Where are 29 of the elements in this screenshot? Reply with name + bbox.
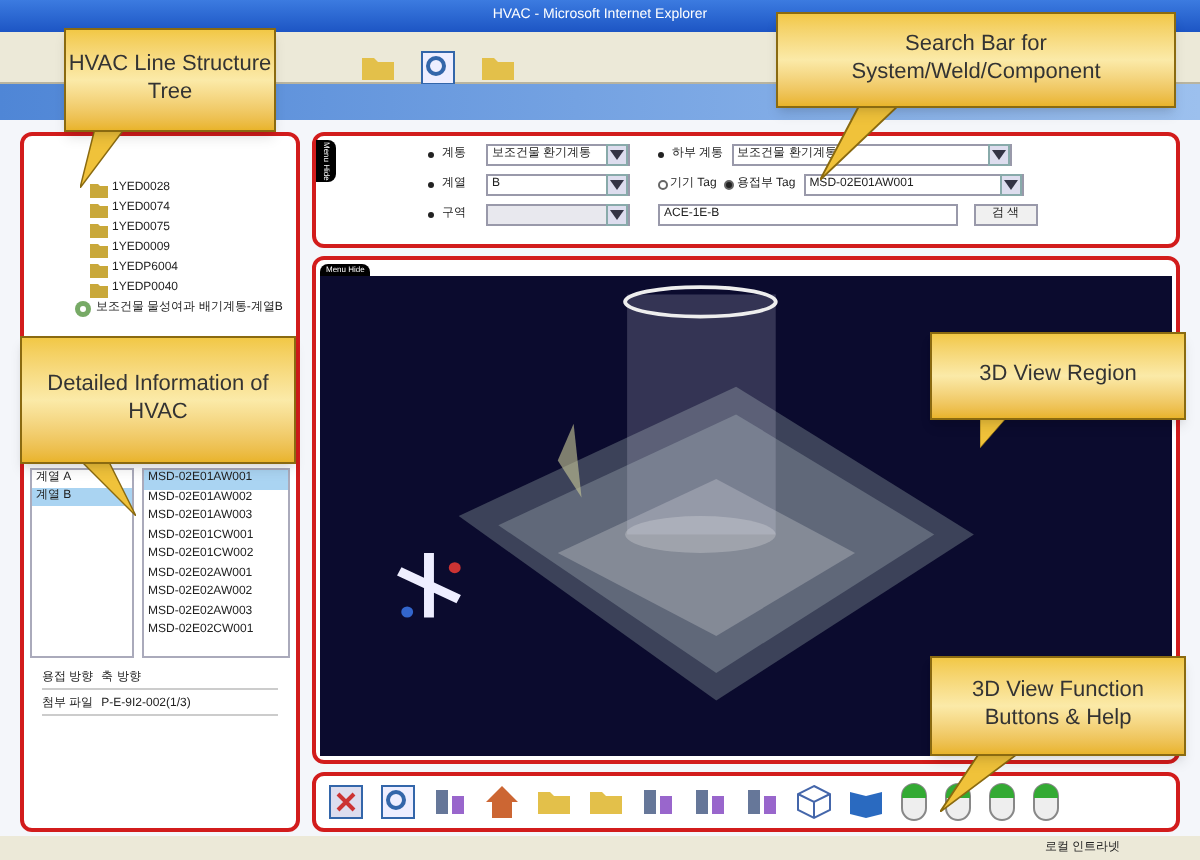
- mouse-icon[interactable]: [1032, 782, 1060, 822]
- bullet-icon: [428, 152, 434, 158]
- pipes-icon[interactable]: [692, 784, 728, 820]
- dropdown-arrow-icon[interactable]: [987, 144, 1010, 166]
- callout-label: Detailed Information of HVAC: [20, 336, 296, 464]
- pipes-icon[interactable]: [640, 784, 676, 820]
- bullet-icon: [428, 212, 434, 218]
- callout-pointer: [80, 460, 136, 516]
- callout-label: 3D View Region: [930, 332, 1186, 420]
- pipes-icon[interactable]: [432, 784, 468, 820]
- gear-icon: [74, 300, 92, 318]
- radio-button[interactable]: [724, 180, 735, 190]
- cube-icon[interactable]: [796, 784, 832, 820]
- window-icon[interactable]: [328, 784, 364, 820]
- bullet-icon: [428, 182, 434, 188]
- mouse-icon[interactable]: [988, 782, 1016, 822]
- zoom-icon[interactable]: [420, 49, 456, 85]
- zoom-icon[interactable]: [380, 784, 416, 820]
- dropdown-arrow-icon[interactable]: [606, 174, 628, 196]
- radio-button[interactable]: [658, 180, 668, 190]
- dropdown-arrow-icon[interactable]: [999, 174, 1022, 196]
- mouse-icon[interactable]: [900, 782, 928, 822]
- callout-label: 3D View Function Buttons & Help: [930, 656, 1186, 756]
- pipes-icon[interactable]: [744, 784, 780, 820]
- house-icon[interactable]: [484, 784, 520, 820]
- callout-label: HVAC Line Structure Tree: [64, 28, 276, 132]
- dropdown-arrow-icon[interactable]: [606, 144, 628, 166]
- bullet-icon: [658, 152, 664, 158]
- callout-label: Search Bar for System/Weld/Component: [776, 12, 1176, 108]
